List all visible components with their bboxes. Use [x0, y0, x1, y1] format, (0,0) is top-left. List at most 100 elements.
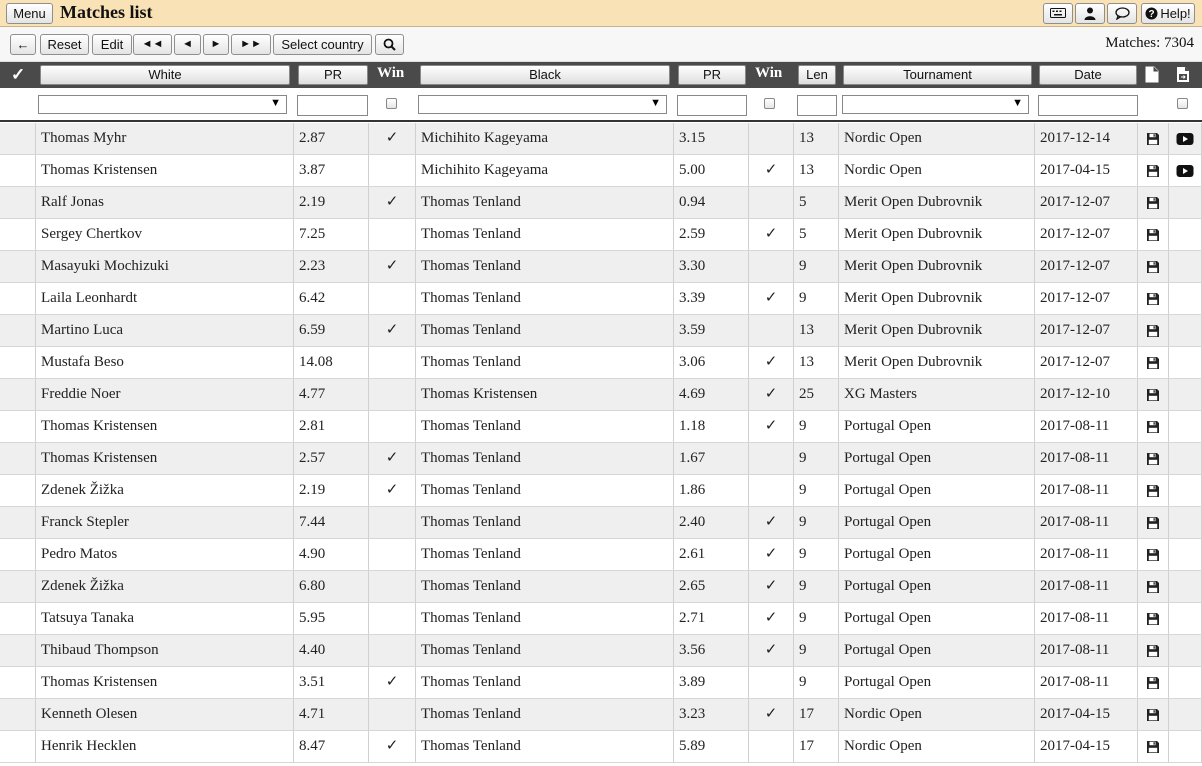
pr-white-cell: 4.71: [293, 699, 368, 730]
sort-white-button[interactable]: White: [40, 65, 290, 85]
row-select-cell[interactable]: [0, 635, 35, 666]
row-select-cell[interactable]: [0, 507, 35, 538]
row-select-cell[interactable]: [0, 315, 35, 346]
row-select-cell[interactable]: [0, 251, 35, 282]
floppy-disk-icon[interactable]: [1147, 356, 1160, 369]
tournament-cell: Portugal Open: [838, 539, 1034, 570]
table-row[interactable]: Ralf Jonas 2.19 ✓ Thomas Tenland 0.94 5 Merit …: [0, 187, 1202, 219]
help-button[interactable]: ? Help!: [1141, 3, 1195, 24]
len-filter[interactable]: [797, 95, 837, 116]
select-country-button[interactable]: Select country: [273, 34, 372, 55]
table-row[interactable]: Thomas Kristensen 2.81 Thomas Tenland 1.18 ✓…: [0, 411, 1202, 443]
row-select-cell[interactable]: [0, 603, 35, 634]
floppy-disk-icon[interactable]: [1147, 452, 1160, 465]
row-select-cell[interactable]: [0, 571, 35, 602]
sort-len-button[interactable]: Len: [798, 65, 836, 85]
floppy-disk-icon[interactable]: [1147, 324, 1160, 337]
win-white-filter-checkbox[interactable]: [386, 98, 397, 109]
row-select-cell[interactable]: [0, 411, 35, 442]
floppy-disk-icon[interactable]: [1147, 516, 1160, 529]
floppy-disk-icon[interactable]: [1147, 612, 1160, 625]
table-row[interactable]: Tatsuya Tanaka 5.95 Thomas Tenland 2.71 ✓ 9 Po…: [0, 603, 1202, 635]
table-row[interactable]: Thomas Kristensen 3.51 ✓ Thomas Tenland 3.89…: [0, 667, 1202, 699]
table-row[interactable]: Kenneth Olesen 4.71 Thomas Tenland 3.23 ✓ 17 N…: [0, 699, 1202, 731]
sort-tournament-button[interactable]: Tournament: [843, 65, 1032, 85]
row-select-cell[interactable]: [0, 443, 35, 474]
search-button[interactable]: [375, 34, 404, 55]
floppy-disk-icon[interactable]: [1147, 164, 1160, 177]
prev-page-button[interactable]: ◄: [174, 34, 201, 55]
row-select-cell[interactable]: [0, 475, 35, 506]
select-filter-checkbox[interactable]: [1177, 98, 1188, 109]
floppy-disk-icon[interactable]: [1147, 580, 1160, 593]
floppy-disk-icon[interactable]: [1147, 548, 1160, 561]
sort-date-button[interactable]: Date: [1039, 65, 1137, 85]
row-select-cell[interactable]: [0, 379, 35, 410]
table-row[interactable]: Zdenek Žižka 6.80 Thomas Tenland 2.65 ✓ 9 Port…: [0, 571, 1202, 603]
last-page-button[interactable]: ►►: [231, 34, 271, 55]
floppy-disk-icon[interactable]: [1147, 420, 1160, 433]
floppy-disk-icon[interactable]: [1147, 644, 1160, 657]
row-select-cell[interactable]: [0, 667, 35, 698]
play-video-icon[interactable]: [1176, 164, 1194, 177]
document-export-icon[interactable]: [1176, 66, 1190, 83]
floppy-disk-icon[interactable]: [1147, 676, 1160, 689]
back-button[interactable]: ←: [10, 34, 36, 55]
next-page-button[interactable]: ►: [203, 34, 229, 55]
table-row[interactable]: Thomas Kristensen 2.57 ✓ Thomas Tenland 1.67…: [0, 443, 1202, 475]
row-select-cell[interactable]: [0, 283, 35, 314]
row-select-cell[interactable]: [0, 219, 35, 250]
table-row[interactable]: Pedro Matos 4.90 Thomas Tenland 2.61 ✓ 9 Portu…: [0, 539, 1202, 571]
floppy-disk-icon[interactable]: [1147, 292, 1160, 305]
sort-pr-black-button[interactable]: PR: [678, 65, 746, 85]
floppy-disk-icon[interactable]: [1147, 132, 1160, 145]
first-page-button[interactable]: ◄◄: [133, 34, 172, 55]
white-player-filter[interactable]: ▼: [38, 95, 287, 114]
table-row[interactable]: Thomas Myhr 2.87 ✓ Michihito Kageyama 3.15 13…: [0, 123, 1202, 155]
row-select-cell[interactable]: [0, 699, 35, 730]
edit-button[interactable]: Edit: [92, 34, 132, 55]
table-row[interactable]: Laila Leonhardt 6.42 Thomas Tenland 3.39 ✓ 9 M…: [0, 283, 1202, 315]
chat-button[interactable]: [1107, 3, 1137, 24]
sort-pr-white-button[interactable]: PR: [298, 65, 368, 85]
floppy-disk-icon[interactable]: [1147, 228, 1160, 241]
user-button[interactable]: [1075, 3, 1105, 24]
black-player-filter[interactable]: ▼: [418, 95, 667, 114]
floppy-disk-icon[interactable]: [1147, 260, 1160, 273]
floppy-disk-icon[interactable]: [1147, 740, 1160, 753]
table-row[interactable]: Franck Stepler 7.44 Thomas Tenland 2.40 ✓ 9 Po…: [0, 507, 1202, 539]
date-filter[interactable]: [1038, 95, 1138, 116]
table-row[interactable]: Zdenek Žižka 2.19 ✓ Thomas Tenland 1.86 9 Port…: [0, 475, 1202, 507]
floppy-disk-icon[interactable]: [1147, 484, 1160, 497]
row-select-cell[interactable]: [0, 347, 35, 378]
menu-button[interactable]: Menu: [6, 3, 53, 24]
document-icon[interactable]: [1145, 66, 1159, 83]
sort-black-button[interactable]: Black: [420, 65, 670, 85]
keyboard-button[interactable]: [1043, 3, 1073, 24]
date-cell: 2017-08-11: [1034, 411, 1137, 442]
play-video-icon[interactable]: [1176, 132, 1194, 145]
table-row[interactable]: Masayuki Mochizuki 2.23 ✓ Thomas Tenland 3.3…: [0, 251, 1202, 283]
pr-black-filter[interactable]: [677, 95, 747, 116]
table-row[interactable]: Mustafa Beso 14.08 Thomas Tenland 3.06 ✓ 13 Me…: [0, 347, 1202, 379]
date-cell: 2017-08-11: [1034, 507, 1137, 538]
row-select-cell[interactable]: [0, 539, 35, 570]
table-row[interactable]: Henrik Hecklen 8.47 ✓ Thomas Tenland 5.89 17 N…: [0, 731, 1202, 763]
table-row[interactable]: Sergey Chertkov 7.25 Thomas Tenland 2.59 ✓ 5 M…: [0, 219, 1202, 251]
table-row[interactable]: Martino Luca 6.59 ✓ Thomas Tenland 3.59 13 Mer…: [0, 315, 1202, 347]
pr-white-filter[interactable]: [297, 95, 368, 116]
tournament-filter[interactable]: ▼: [842, 95, 1029, 114]
floppy-disk-icon[interactable]: [1147, 708, 1160, 721]
select-all-check[interactable]: ✓: [11, 65, 25, 85]
floppy-disk-icon[interactable]: [1147, 388, 1160, 401]
reset-button[interactable]: Reset: [40, 34, 89, 55]
row-select-cell[interactable]: [0, 187, 35, 218]
table-row[interactable]: Thomas Kristensen 3.87 Michihito Kageyama 5…: [0, 155, 1202, 187]
table-row[interactable]: Thibaud Thompson 4.40 Thomas Tenland 3.56 ✓ 9…: [0, 635, 1202, 667]
table-row[interactable]: Freddie Noer 4.77 Thomas Kristensen 4.69 ✓ 25…: [0, 379, 1202, 411]
floppy-disk-icon[interactable]: [1147, 196, 1160, 209]
win-black-filter-checkbox[interactable]: [764, 98, 775, 109]
row-select-cell[interactable]: [0, 123, 35, 154]
row-select-cell[interactable]: [0, 731, 35, 762]
row-select-cell[interactable]: [0, 155, 35, 186]
